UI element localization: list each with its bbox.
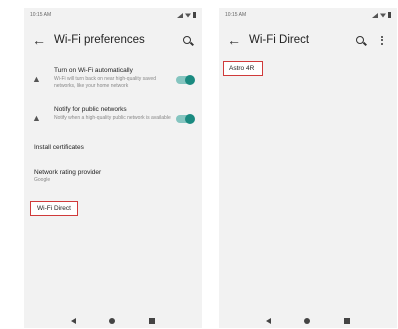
pref-title: Notify for public networks: [54, 106, 127, 113]
pref-subtitle: Wi-Fi will turn back on near high-qualit…: [54, 76, 156, 89]
signal-icon: [372, 12, 378, 18]
network-rating-title: Network rating provider: [34, 169, 102, 176]
battery-icon: [193, 12, 196, 18]
wifi-status-icon: [185, 13, 191, 18]
page-title: Wi-Fi Direct: [249, 34, 310, 46]
install-certificates-item[interactable]: Install certificates: [24, 143, 202, 152]
search-icon[interactable]: [353, 33, 367, 47]
status-icons: [372, 12, 391, 18]
more-vert-icon[interactable]: [375, 35, 389, 45]
signal-icon: [177, 12, 183, 18]
status-time: 10:15 AM: [30, 12, 52, 18]
network-rating-subtitle: Google: [34, 177, 51, 183]
nav-back-icon[interactable]: [70, 318, 76, 324]
nav-recents-icon[interactable]: [344, 318, 351, 324]
wifi-status-icon: [380, 13, 386, 18]
wifi-preferences-screen: 10:15 AM ← Wi-Fi preferences ▲ Turn on W…: [24, 8, 202, 328]
wifi-direct-item[interactable]: Wi-Fi Direct: [30, 201, 78, 216]
nav-home-icon[interactable]: [109, 318, 116, 324]
network-rating-item[interactable]: Network rating provider Google: [24, 168, 202, 184]
wifi-auto-toggle[interactable]: [176, 75, 195, 85]
pref-title: Turn on Wi-Fi automatically: [54, 67, 133, 74]
app-bar: ← Wi-Fi Direct: [219, 22, 397, 58]
status-icons: [177, 12, 196, 18]
nav-recents-icon[interactable]: [149, 318, 156, 324]
install-certificates-label: Install certificates: [34, 144, 84, 151]
notify-public-toggle[interactable]: [176, 114, 195, 124]
battery-icon: [388, 12, 391, 18]
status-bar: 10:15 AM: [24, 8, 202, 22]
page-title: Wi-Fi preferences: [54, 34, 145, 46]
pref-notify-public[interactable]: ▲ Notify for public networks Notify when…: [24, 101, 202, 127]
pref-subtitle: Notify when a high-quality public networ…: [54, 115, 171, 121]
pref-turn-on-wifi[interactable]: ▲ Turn on Wi-Fi automatically Wi-Fi will…: [24, 62, 202, 93]
device-item-astro[interactable]: Astro 4R: [223, 61, 264, 76]
nav-home-icon[interactable]: [304, 318, 311, 324]
status-time: 10:15 AM: [225, 12, 247, 18]
nav-bar: [24, 314, 202, 328]
arrow-back-icon[interactable]: ←: [227, 32, 249, 48]
nav-back-icon[interactable]: [265, 318, 271, 324]
app-bar: ← Wi-Fi preferences: [24, 22, 202, 58]
status-bar: 10:15 AM: [219, 8, 397, 22]
wifi-direct-screen: 10:15 AM ← Wi-Fi Direct Astro 4R: [219, 8, 397, 328]
wifi-auto-icon: ▲: [32, 74, 41, 84]
arrow-back-icon[interactable]: ←: [32, 32, 54, 48]
search-icon[interactable]: [180, 33, 194, 47]
nav-bar: [219, 314, 397, 328]
wifi-notify-icon: ▲: [32, 113, 41, 123]
